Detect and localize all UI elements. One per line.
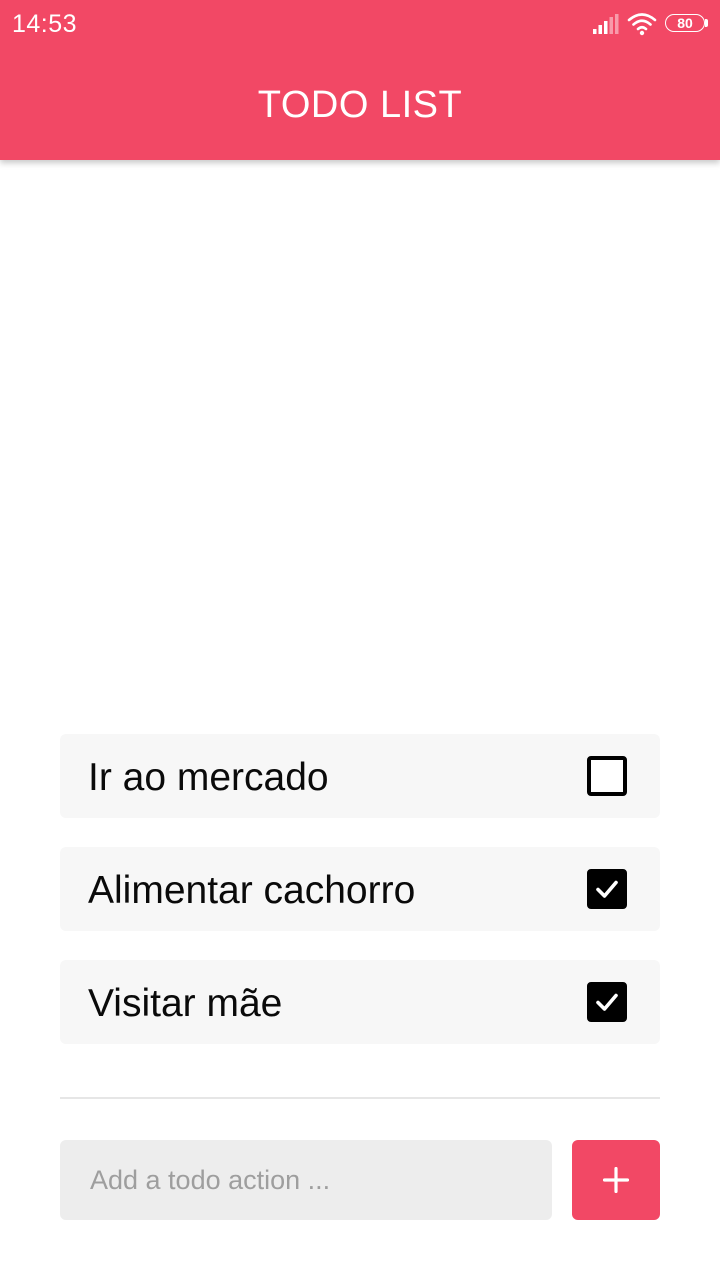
app-bar: 14:53 80 TODO LIST xyxy=(0,0,720,160)
check-icon xyxy=(596,993,618,1011)
todo-item: Alimentar cachorro xyxy=(60,847,660,931)
status-time: 14:53 xyxy=(12,10,78,38)
add-todo-button[interactable] xyxy=(572,1140,660,1220)
todo-item-text: Alimentar cachorro xyxy=(88,869,416,912)
divider xyxy=(60,1097,660,1099)
todo-item-text: Visitar mãe xyxy=(88,982,283,1025)
battery-nub xyxy=(705,19,708,27)
todo-list: Ir ao mercado Alimentar cachorro Visitar… xyxy=(60,734,660,1073)
check-icon xyxy=(596,880,618,898)
todo-item: Visitar mãe xyxy=(60,960,660,1044)
todo-checkbox[interactable] xyxy=(587,869,627,909)
wifi-icon xyxy=(627,13,657,36)
todo-input[interactable] xyxy=(60,1140,552,1220)
todo-checkbox[interactable] xyxy=(587,756,627,796)
plus-icon xyxy=(603,1167,629,1193)
todo-checkbox[interactable] xyxy=(587,982,627,1022)
page-title: TODO LIST xyxy=(257,84,463,126)
todo-item: Ir ao mercado xyxy=(60,734,660,818)
battery-level: 80 xyxy=(677,15,693,31)
battery-icon: 80 xyxy=(665,14,709,34)
signal-icon xyxy=(593,14,619,34)
todo-item-text: Ir ao mercado xyxy=(88,756,329,799)
status-bar: 14:53 80 xyxy=(0,0,720,50)
